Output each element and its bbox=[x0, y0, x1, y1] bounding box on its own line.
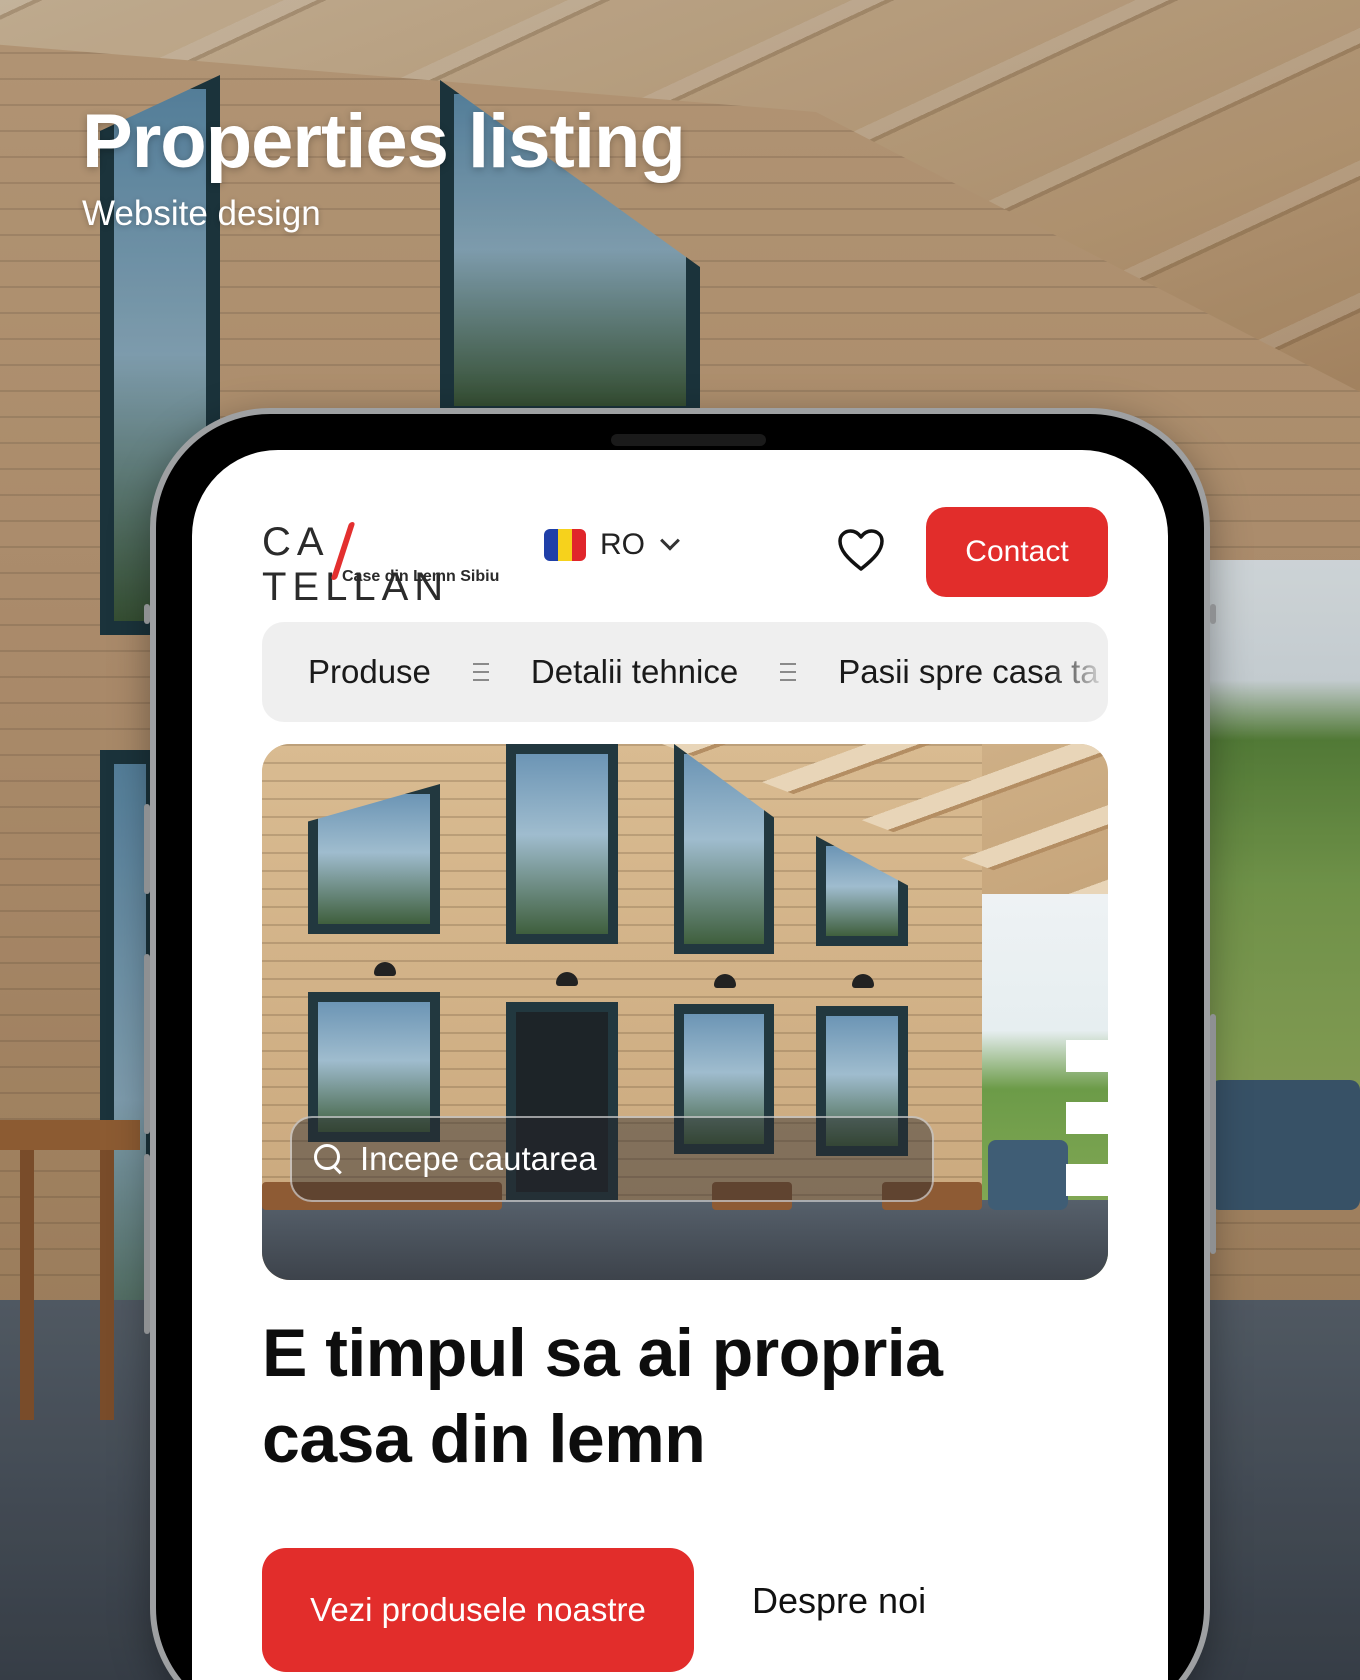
slider-indicator[interactable] bbox=[1066, 1164, 1108, 1196]
menu-icon bbox=[780, 663, 797, 681]
flag-stripe-blue bbox=[544, 529, 558, 561]
search-icon bbox=[314, 1144, 344, 1174]
flag-stripe-yellow bbox=[558, 529, 572, 561]
flag-stripe-red bbox=[572, 529, 586, 561]
search-bar[interactable] bbox=[290, 1116, 934, 1202]
logo-tagline: Case din Lemn Sibiu bbox=[342, 568, 500, 585]
nav-item-detalii-tehnice[interactable]: Detalii tehnice bbox=[531, 653, 738, 691]
about-us-link[interactable]: Despre noi bbox=[752, 1580, 926, 1622]
phone-side-button bbox=[144, 604, 150, 624]
phone-screen: CA TELLAN Case din Lemn Sibiu RO Contact… bbox=[192, 450, 1168, 1680]
phone-volume-button bbox=[144, 954, 150, 1134]
phone-volume-button bbox=[144, 804, 150, 894]
phone-speaker bbox=[611, 434, 766, 446]
slider-indicator[interactable] bbox=[1066, 1040, 1108, 1072]
romania-flag-icon bbox=[544, 529, 586, 561]
phone-side-button bbox=[1210, 604, 1216, 624]
heart-icon[interactable] bbox=[837, 528, 885, 572]
chevron-down-icon bbox=[660, 530, 680, 551]
view-products-button[interactable]: Vezi produsele noastre bbox=[262, 1548, 694, 1672]
menu-icon bbox=[472, 663, 489, 681]
house-window bbox=[506, 744, 618, 944]
phone-volume-button bbox=[144, 1154, 150, 1334]
logo-wordmark: CA TELLAN bbox=[262, 520, 450, 609]
language-selector[interactable]: RO bbox=[544, 528, 680, 562]
phone-power-button bbox=[1210, 1014, 1216, 1254]
castellan-logo[interactable]: CA TELLAN Case din Lemn Sibiu bbox=[262, 520, 512, 609]
language-code: RO bbox=[600, 528, 645, 561]
hero-house-photo bbox=[262, 744, 1108, 1280]
main-nav: Produse Detalii tehnice Pasii spre casa … bbox=[262, 622, 1108, 722]
showcase-title: Properties listing bbox=[82, 99, 686, 184]
contact-button[interactable]: Contact bbox=[926, 507, 1108, 597]
hero-headline: E timpul sa ai propria casa din lemn bbox=[262, 1315, 943, 1477]
search-input[interactable] bbox=[360, 1140, 880, 1178]
phone-mockup: CA TELLAN Case din Lemn Sibiu RO Contact… bbox=[144, 408, 1216, 1680]
slider-indicator[interactable] bbox=[1066, 1102, 1108, 1134]
showcase-subtitle: Website design bbox=[82, 194, 321, 233]
nav-item-produse[interactable]: Produse bbox=[308, 653, 431, 691]
